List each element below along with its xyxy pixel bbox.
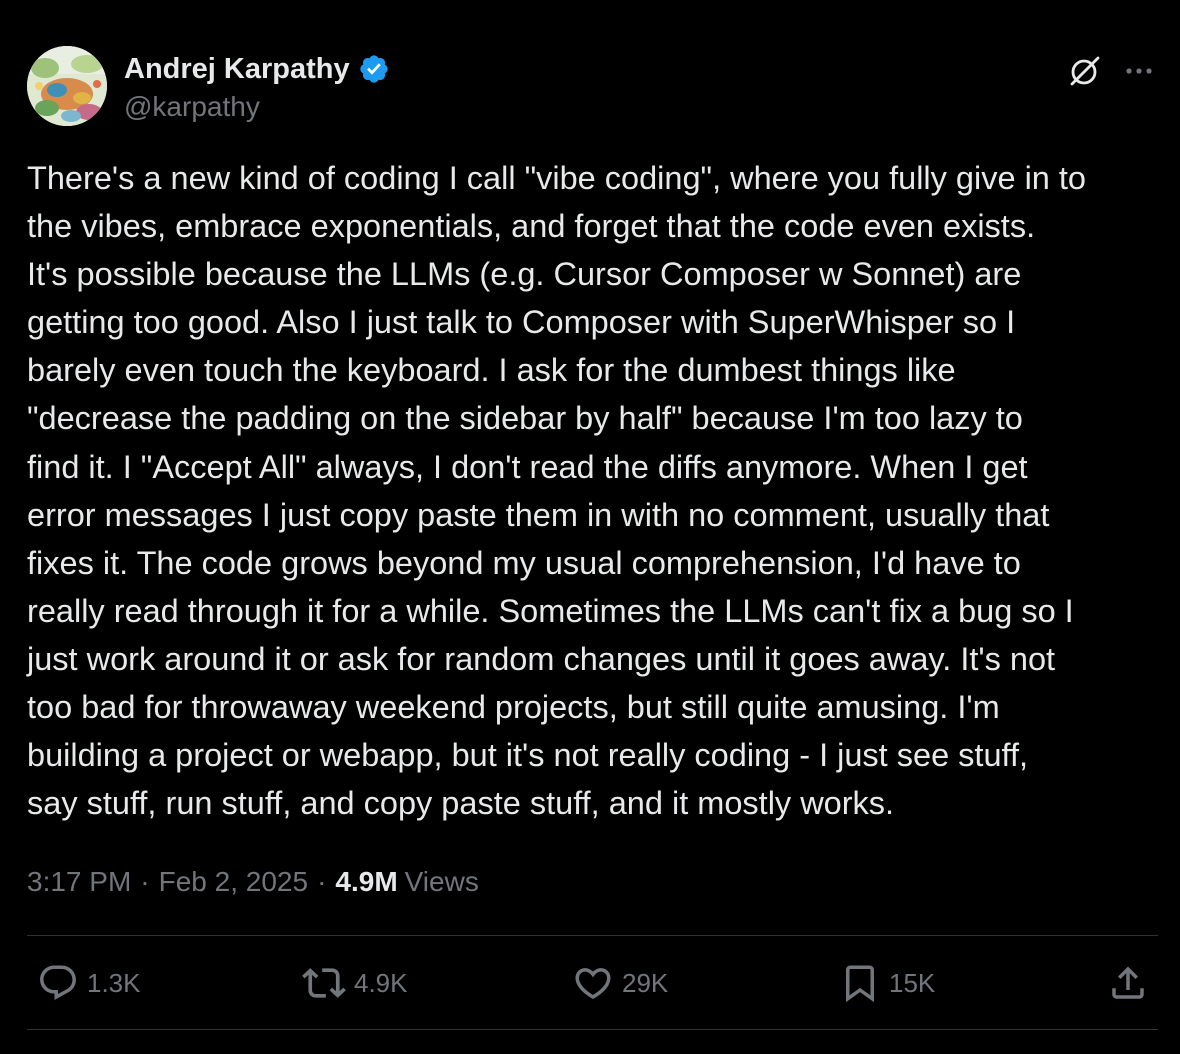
repost-count: 4.9K — [354, 967, 408, 998]
bookmark-icon — [846, 965, 874, 1003]
author-handle[interactable]: @karpathy — [124, 91, 260, 123]
reply-icon — [40, 965, 76, 1000]
bookmark-button[interactable]: 15K — [839, 960, 935, 1006]
reply-button[interactable]: 1.3K — [37, 960, 141, 1006]
tweet-text: There's a new kind of coding I call "vib… — [27, 160, 1087, 822]
tweet-meta: 3:17 PM · Feb 2, 2025 · 4.9M Views — [27, 862, 479, 902]
reply-count: 1.3K — [87, 967, 141, 998]
views-label: Views — [404, 866, 479, 897]
verified-badge-icon — [358, 53, 390, 85]
avatar-image — [27, 46, 107, 126]
divider — [27, 1029, 1158, 1030]
grok-button[interactable] — [1065, 51, 1105, 91]
repost-button[interactable]: 4.9K — [302, 960, 408, 1006]
bookmark-count: 15K — [889, 967, 936, 998]
tweet-header: Andrej Karpathy @karpathy — [27, 46, 1157, 126]
author-name[interactable]: Andrej Karpathy — [124, 53, 350, 86]
tweet-time[interactable]: 3:17 PM — [27, 866, 131, 898]
share-button[interactable] — [1107, 960, 1149, 1006]
grok-icon — [1070, 56, 1100, 86]
author-name-row: Andrej Karpathy — [124, 52, 390, 86]
meta-separator: · — [140, 866, 150, 897]
action-bar: 1.3K 4.9K 29K 15K — [27, 936, 1158, 1030]
more-button[interactable] — [1121, 51, 1157, 91]
tweet-date[interactable]: Feb 2, 2025 — [159, 866, 308, 898]
views-count: 4.9M — [335, 866, 398, 897]
repost-icon — [302, 968, 346, 998]
more-icon — [1126, 68, 1152, 74]
share-icon — [1112, 966, 1144, 999]
meta-separator: · — [317, 866, 327, 897]
like-button[interactable]: 29K — [572, 960, 668, 1006]
like-icon — [575, 968, 611, 1000]
avatar[interactable] — [27, 46, 107, 126]
like-count: 29K — [622, 967, 669, 998]
